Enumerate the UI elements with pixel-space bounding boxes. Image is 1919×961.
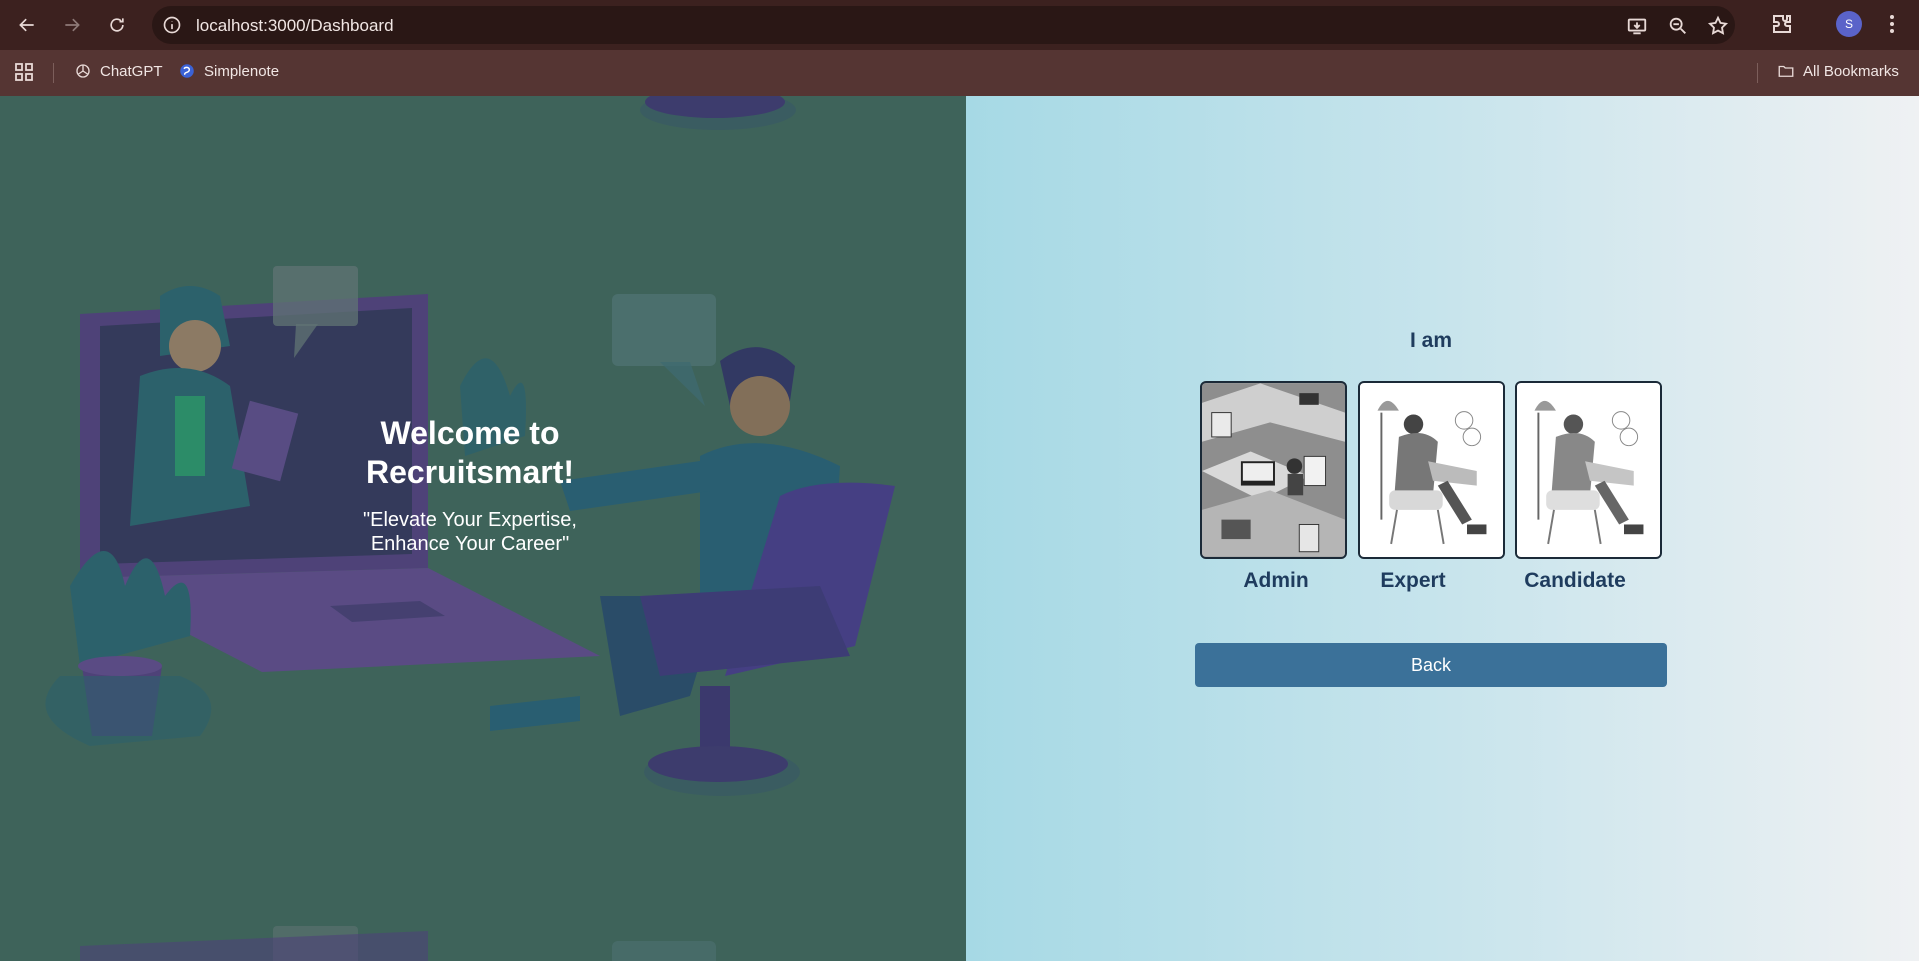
admin-illustration [1202,383,1345,557]
role-label-admin[interactable]: Admin [1226,569,1326,593]
role-select-heading: I am [1409,329,1453,352]
profile-avatar[interactable]: S [1836,11,1862,37]
reload-icon[interactable] [97,5,137,45]
role-card-candidate[interactable] [1515,381,1662,559]
browser-toolbar: localhost:3000/Dashboard S [0,0,1919,50]
role-card-expert[interactable] [1358,381,1505,559]
back-button[interactable]: Back [1195,643,1667,687]
address-bar[interactable]: localhost:3000/Dashboard [152,6,1735,44]
bookmarks-bar: ChatGPT Simplenote All Bookmarks [0,50,1919,96]
folder-icon [1777,62,1795,80]
bookmarks-divider [1757,63,1758,83]
hero-panel: Welcome to Recruitsmart! "Elevate Your E… [0,96,966,961]
chatgpt-icon [74,62,92,80]
bookmark-simplenote[interactable]: Simplenote [178,62,279,80]
apps-grid-icon[interactable] [14,62,34,82]
extensions-icon[interactable] [1770,12,1794,36]
candidate-illustration [1517,383,1660,557]
bookmark-label: Simplenote [204,62,280,80]
menu-kebab-icon[interactable] [1880,12,1904,36]
all-bookmarks-label: All Bookmarks [1803,62,1899,80]
page-content: Welcome to Recruitsmart! "Elevate Your E… [0,96,1919,961]
avatar-initial: S [1844,17,1853,31]
forward-arrow-icon[interactable] [52,5,92,45]
bookmark-label: ChatGPT [100,62,163,80]
role-label-expert[interactable]: Expert [1363,569,1463,593]
welcome-title: Welcome to Recruitsmart! [365,415,575,490]
welcome-tagline: "Elevate Your Expertise, Enhance Your Ca… [363,509,577,555]
simplenote-icon [178,62,196,80]
url-text[interactable]: localhost:3000/Dashboard [196,16,394,36]
site-info-icon[interactable] [162,15,182,35]
role-card-admin[interactable] [1200,381,1347,559]
bookmark-star-icon[interactable] [1707,15,1729,37]
all-bookmarks-button[interactable]: All Bookmarks [1777,62,1899,80]
install-app-icon[interactable] [1626,15,1648,37]
bookmarks-divider [53,63,54,83]
zoom-icon[interactable] [1667,15,1689,37]
bookmark-chatgpt[interactable]: ChatGPT [74,62,163,80]
role-label-candidate[interactable]: Candidate [1515,569,1635,593]
expert-illustration [1360,383,1503,557]
back-arrow-icon[interactable] [7,5,47,45]
